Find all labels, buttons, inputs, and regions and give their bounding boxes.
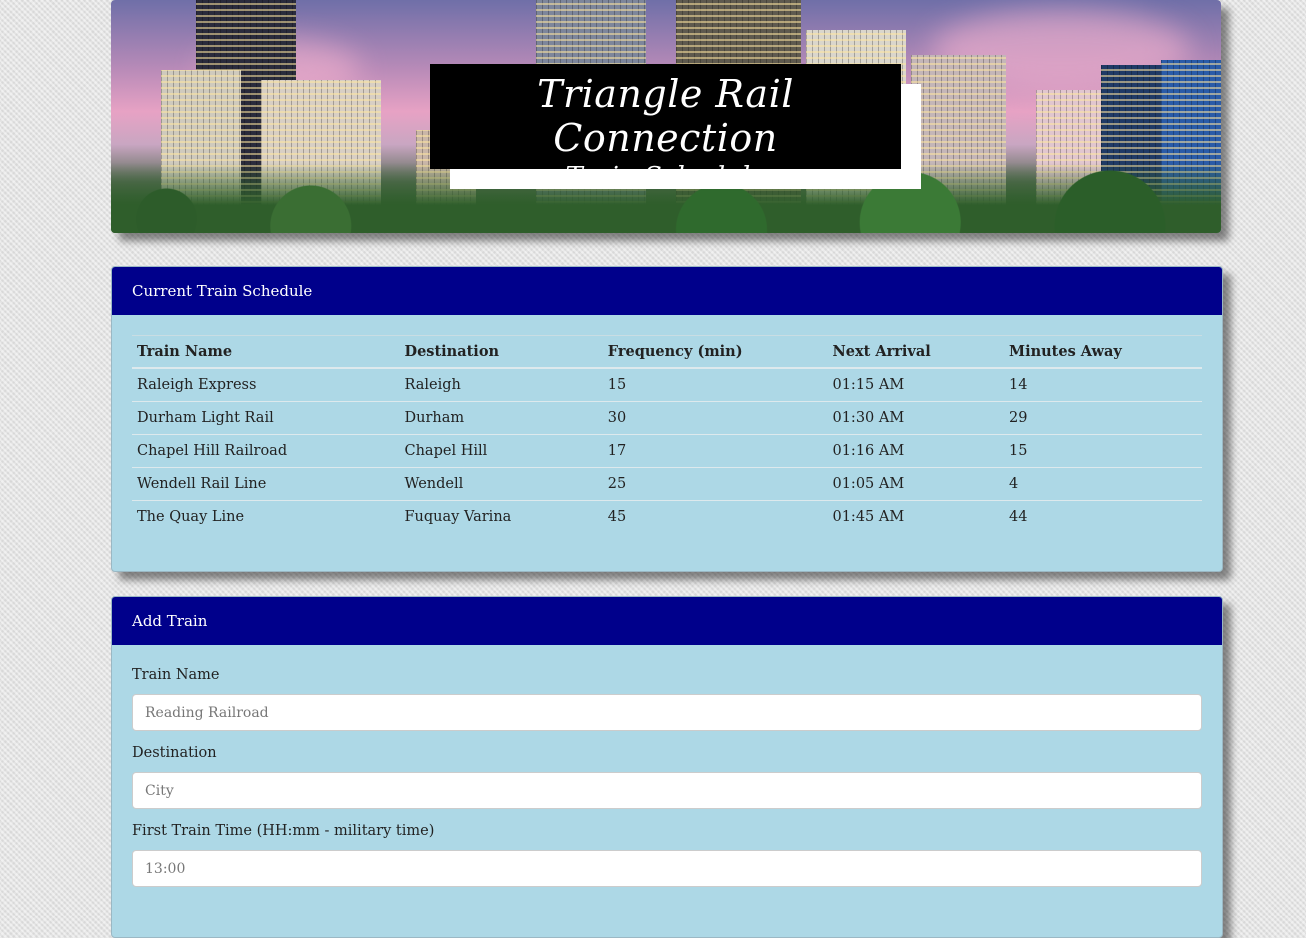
page-subtitle: Train Schedule xyxy=(565,162,766,192)
cell-next-arrival: 01:05 AM xyxy=(827,467,1005,501)
cell-destination: Durham xyxy=(399,401,603,435)
cell-next-arrival: 01:16 AM xyxy=(827,434,1005,468)
column-header-train-name: Train Name xyxy=(132,335,400,369)
cell-destination: Chapel Hill xyxy=(399,434,603,468)
schedule-table: Train Name Destination Frequency (min) N… xyxy=(132,335,1202,533)
cell-train-name: Chapel Hill Railroad xyxy=(132,434,400,468)
train-name-input[interactable] xyxy=(132,694,1202,731)
column-header-minutes-away: Minutes Away xyxy=(1004,335,1202,369)
title-box: Triangle Rail Connection Train Schedule xyxy=(430,64,901,192)
table-row: Wendell Rail Line Wendell 25 01:05 AM 4 xyxy=(132,467,1202,501)
cell-minutes-away: 44 xyxy=(1004,500,1202,533)
cell-train-name: The Quay Line xyxy=(132,500,400,533)
cell-minutes-away: 29 xyxy=(1004,401,1202,435)
add-train-panel-heading: Add Train xyxy=(112,597,1222,645)
table-row: Durham Light Rail Durham 30 01:30 AM 29 xyxy=(132,401,1202,435)
cell-minutes-away: 4 xyxy=(1004,467,1202,501)
destination-input[interactable] xyxy=(132,772,1202,809)
destination-group: Destination xyxy=(132,745,1202,809)
first-train-time-group: First Train Time (HH:mm - military time) xyxy=(132,823,1202,887)
table-row: Raleigh Express Raleigh 15 01:15 AM 14 xyxy=(132,367,1202,402)
table-row: Chapel Hill Railroad Chapel Hill 17 01:1… xyxy=(132,434,1202,468)
cell-minutes-away: 15 xyxy=(1004,434,1202,468)
page-title: Triangle Rail Connection xyxy=(537,72,794,160)
cell-destination: Wendell xyxy=(399,467,603,501)
cell-frequency: 25 xyxy=(602,467,828,501)
cell-frequency: 30 xyxy=(602,401,828,435)
add-train-panel: Add Train Train Name Destination First T… xyxy=(111,596,1223,938)
cell-minutes-away: 14 xyxy=(1004,367,1202,402)
table-row: The Quay Line Fuquay Varina 45 01:45 AM … xyxy=(132,500,1202,533)
cell-frequency: 45 xyxy=(602,500,828,533)
cell-next-arrival: 01:30 AM xyxy=(827,401,1005,435)
cell-next-arrival: 01:15 AM xyxy=(827,367,1005,402)
cell-destination: Fuquay Varina xyxy=(399,500,603,533)
cell-train-name: Wendell Rail Line xyxy=(132,467,400,501)
train-name-group: Train Name xyxy=(132,667,1202,731)
cell-frequency: 15 xyxy=(602,367,828,402)
first-train-time-label: First Train Time (HH:mm - military time) xyxy=(132,823,435,839)
cell-next-arrival: 01:45 AM xyxy=(827,500,1005,533)
cell-frequency: 17 xyxy=(602,434,828,468)
first-train-time-input[interactable] xyxy=(132,850,1202,887)
schedule-panel: Current Train Schedule Train Name Destin… xyxy=(111,266,1223,572)
cell-train-name: Durham Light Rail xyxy=(132,401,400,435)
destination-label: Destination xyxy=(132,745,217,761)
schedule-panel-heading: Current Train Schedule xyxy=(112,267,1222,315)
column-header-frequency: Frequency (min) xyxy=(602,335,828,369)
column-header-destination: Destination xyxy=(399,335,603,369)
column-header-next-arrival: Next Arrival xyxy=(827,335,1005,369)
table-header-row: Train Name Destination Frequency (min) N… xyxy=(132,335,1202,369)
train-name-label: Train Name xyxy=(132,667,220,683)
cell-train-name: Raleigh Express xyxy=(132,367,400,402)
cell-destination: Raleigh xyxy=(399,367,603,402)
